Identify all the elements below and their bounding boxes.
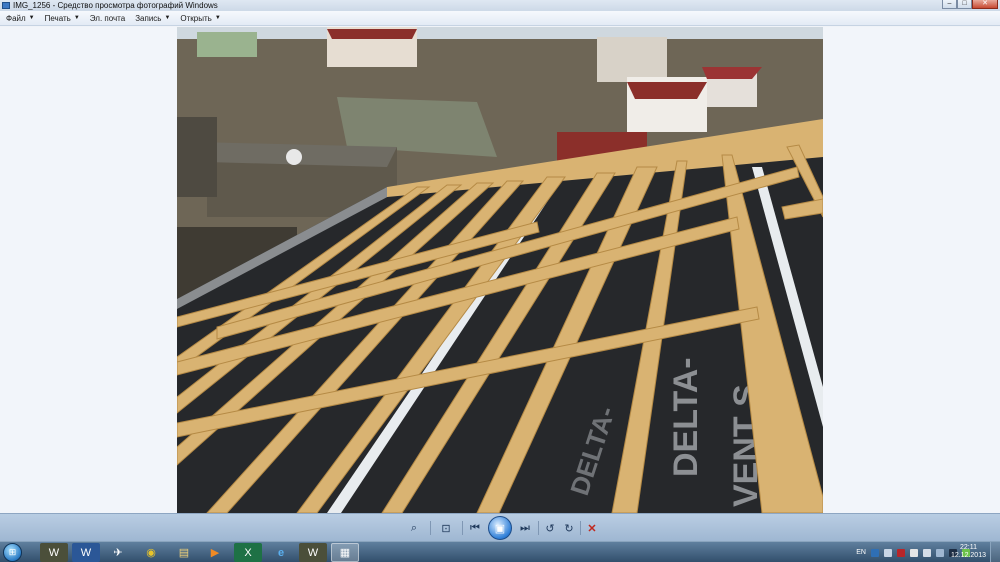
help-icon[interactable] (871, 548, 879, 557)
antivirus-icon[interactable] (897, 548, 905, 557)
roof-photo-drawing: DELTA- VENT S DELTA- (177, 27, 823, 513)
menu-print[interactable]: Печать ▼ (45, 14, 80, 23)
roof-photo[interactable]: DELTA- VENT S DELTA- (177, 27, 823, 513)
membrane-text-delta: DELTA- (667, 357, 705, 477)
start-button[interactable]: ⊞ (3, 543, 22, 562)
clock[interactable]: 22:11 12.12.2013 (951, 544, 986, 560)
rotate-ccw-icon[interactable]: ↺ (542, 520, 558, 536)
rotate-cw-icon[interactable]: ↻ (561, 520, 577, 536)
taskbar-app-excel[interactable]: X (234, 543, 262, 562)
divider (430, 521, 431, 535)
image-viewport: DELTA- VENT S DELTA- (0, 27, 1000, 513)
divider (538, 521, 539, 535)
window-title: IMG_1256 - Средство просмотра фотографий… (13, 1, 218, 10)
taskbar-app-media-player[interactable]: ▶ (201, 543, 229, 562)
zoom-icon[interactable]: ⌕ (404, 520, 424, 536)
language-indicator[interactable]: EN (856, 549, 866, 556)
menu-bar: Файл ▼ Печать ▼ Эл. почта Запись ▼ Открыть ▼ (0, 11, 1000, 26)
chevron-down-icon: ▼ (164, 15, 171, 21)
minimize-button[interactable]: – (942, 0, 957, 9)
menu-open[interactable]: Открыть ▼ (180, 14, 220, 23)
taskbar-app-photo-viewer[interactable]: ▦ (331, 543, 359, 562)
flag-icon[interactable] (910, 548, 918, 557)
taskbar-app-chrome[interactable]: ◉ (137, 543, 165, 562)
network-icon[interactable] (936, 548, 944, 557)
chevron-down-icon: ▼ (28, 15, 35, 21)
previous-button[interactable]: ⏮ (466, 520, 484, 536)
menu-burn[interactable]: Запись ▼ (135, 14, 170, 23)
taskbar-app-world-of-tanks-2[interactable]: W (299, 543, 327, 562)
taskbar-app-aircraft[interactable]: ✈ (104, 543, 132, 562)
chevron-down-icon: ▼ (73, 15, 80, 21)
title-bar: IMG_1256 - Средство просмотра фотографий… (0, 0, 1000, 11)
taskbar-app-explorer[interactable]: ▤ (170, 543, 198, 562)
taskbar-app-word[interactable]: W (72, 543, 100, 562)
volume-icon[interactable] (923, 548, 931, 557)
show-desktop-button[interactable] (990, 542, 1000, 562)
clock-date: 12.12.2013 (950, 552, 986, 559)
close-button[interactable]: ✕ (972, 0, 998, 9)
clock-time: 22:11 (959, 544, 977, 551)
window-controls: – □ ✕ (942, 0, 998, 10)
delete-icon[interactable]: ✕ (584, 520, 600, 536)
menu-file[interactable]: Файл ▼ (6, 14, 35, 23)
divider (580, 521, 581, 535)
taskbar: ⊞ W W ✈ ◉ ▤ ▶ X e W ▦ EN 22:11 12.12.201… (0, 541, 1000, 562)
fit-window-icon[interactable]: ⊡ (436, 520, 456, 536)
menu-email[interactable]: Эл. почта (90, 14, 125, 23)
next-button[interactable]: ⏭ (516, 520, 534, 536)
taskbar-app-world-of-tanks[interactable]: W (40, 543, 68, 562)
taskbar-app-internet-explorer[interactable]: e (267, 543, 295, 562)
photo-viewer-icon (2, 2, 10, 9)
slideshow-button[interactable]: ▣ (488, 516, 512, 540)
divider (462, 521, 463, 535)
tray-app-icon[interactable] (884, 548, 892, 557)
chevron-down-icon: ▼ (214, 15, 221, 21)
viewer-controls: ⌕ ⊡ ⏮ ▣ ⏭ ↺ ↻ ✕ (0, 513, 1000, 541)
maximize-button[interactable]: □ (957, 0, 972, 9)
